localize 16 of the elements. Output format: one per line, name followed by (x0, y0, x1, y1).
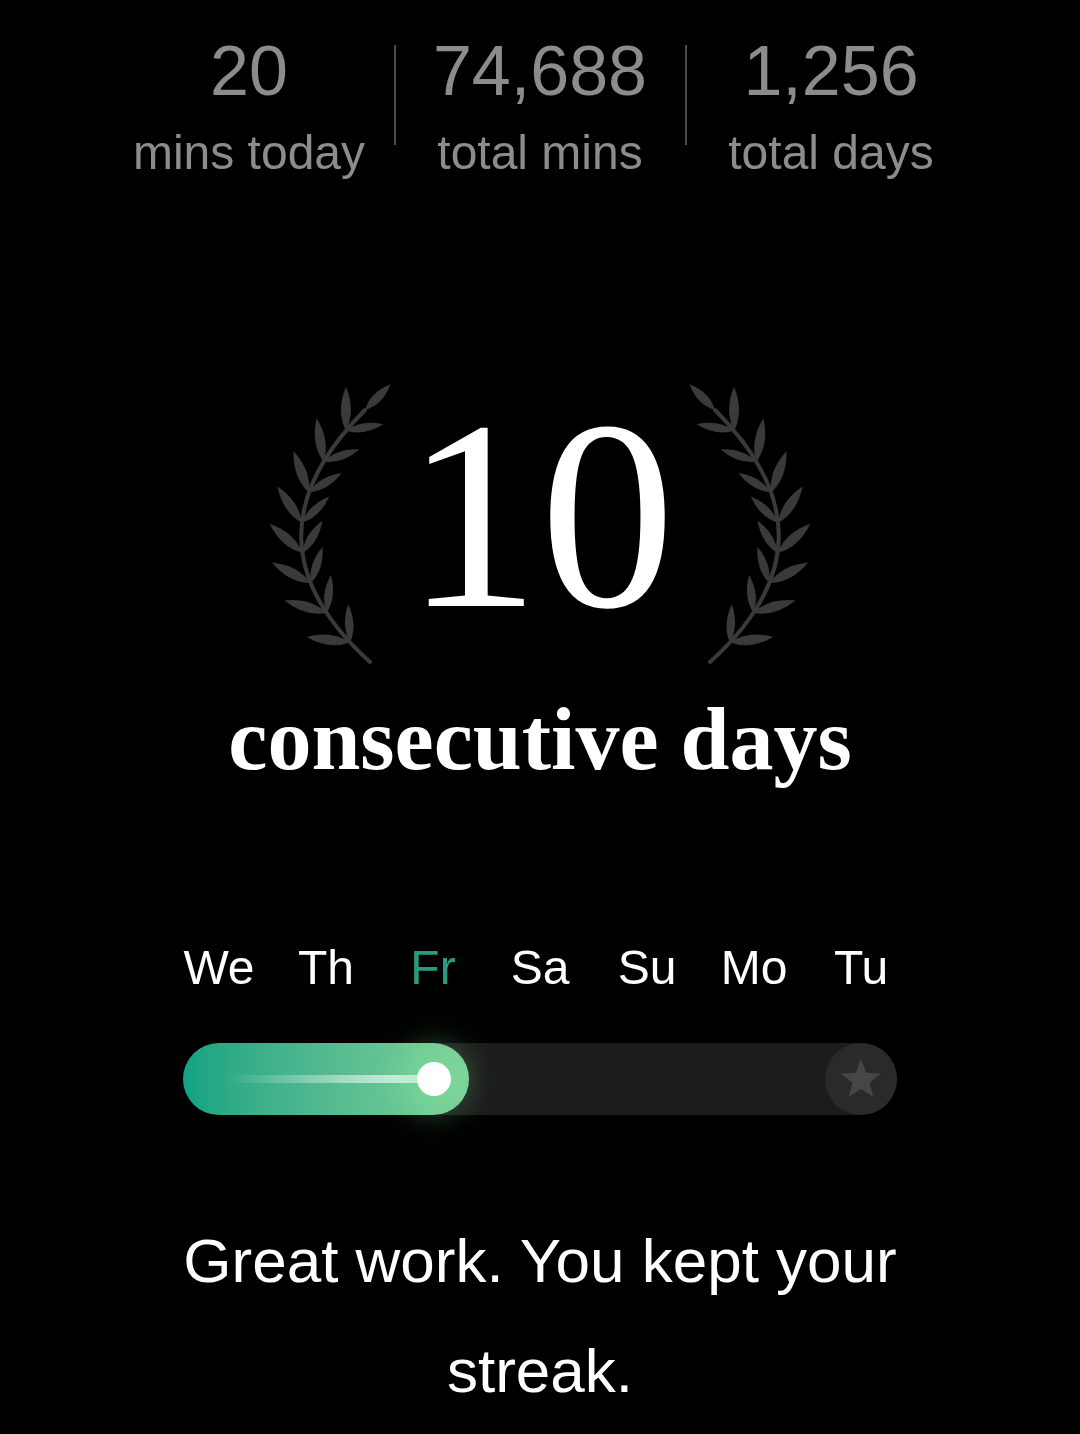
weekday-label: Th (297, 944, 355, 992)
weekday-label: We (182, 944, 256, 992)
stat-value: 1,256 (743, 36, 919, 106)
streak-count: 10 (405, 380, 675, 650)
weekday-label: Su (616, 944, 678, 992)
weekday-label: Fr (409, 944, 457, 992)
stat-label: mins today (132, 129, 366, 177)
star-goal-icon (825, 1043, 897, 1115)
weekday-label: Sa (509, 944, 571, 992)
stat-label: total mins (437, 129, 643, 177)
stat-value: 20 (210, 36, 288, 106)
stat-value: 74,688 (432, 36, 648, 106)
weekday-label: Tu (832, 944, 890, 992)
weekday-label: Mo (719, 944, 789, 992)
streak-message: Great work. You kept your streak. (182, 1225, 898, 1407)
stat-label: total days (728, 129, 934, 177)
